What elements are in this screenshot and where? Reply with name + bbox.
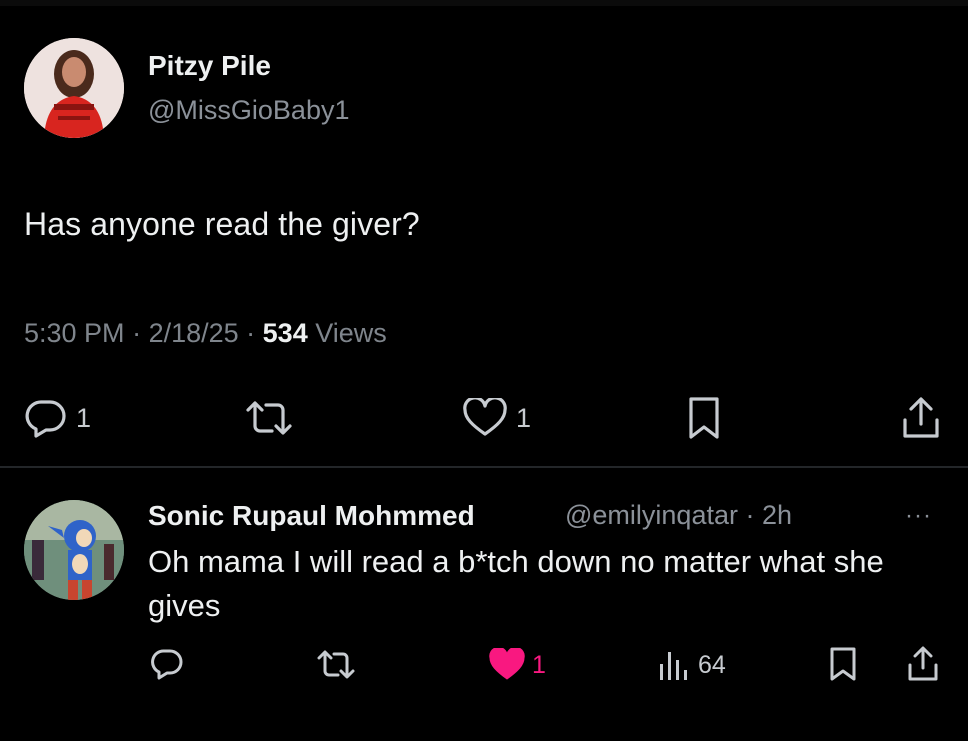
share-icon bbox=[906, 646, 940, 682]
reply-author-handle[interactable]: @emilyinqatar bbox=[565, 500, 738, 530]
retweet-button[interactable] bbox=[244, 400, 294, 436]
reply-retweet-button[interactable] bbox=[316, 650, 356, 680]
reply-icon bbox=[150, 648, 184, 680]
reply-actions: 1 64 bbox=[0, 640, 968, 690]
views-count: 534 bbox=[262, 318, 308, 348]
bookmark-icon bbox=[828, 646, 858, 682]
reply-reply-button[interactable] bbox=[150, 648, 184, 680]
avatar-image bbox=[24, 500, 124, 600]
tweet-metadata: 5:30 PM · 2/18/25 · 534 Views bbox=[24, 318, 387, 349]
author-name[interactable]: Pitzy Pile bbox=[148, 50, 271, 82]
reply-author-meta: @emilyinqatar · 2h bbox=[565, 500, 792, 531]
reply-like-count: 1 bbox=[532, 650, 546, 679]
reply-icon bbox=[24, 398, 68, 438]
bookmark-icon bbox=[686, 396, 722, 440]
meta-separator: · bbox=[238, 318, 263, 348]
reply-views-count: 64 bbox=[698, 650, 726, 679]
views-label: Views bbox=[307, 318, 387, 348]
retweet-icon bbox=[316, 650, 356, 680]
reply-age[interactable]: 2h bbox=[762, 500, 792, 530]
reply-like-button[interactable]: 1 bbox=[488, 648, 546, 682]
reply-button[interactable]: 1 bbox=[24, 398, 91, 438]
retweet-icon bbox=[244, 400, 294, 436]
tweet-date[interactable]: 2/18/25 bbox=[149, 318, 239, 348]
divider bbox=[0, 466, 968, 468]
bookmark-button[interactable] bbox=[686, 396, 722, 440]
like-icon bbox=[488, 648, 526, 682]
reply-author-avatar[interactable] bbox=[24, 500, 124, 600]
like-count: 1 bbox=[516, 402, 532, 433]
reply-views-button[interactable]: 64 bbox=[656, 648, 726, 682]
reply-count: 1 bbox=[76, 402, 92, 433]
like-button[interactable]: 1 bbox=[462, 398, 531, 438]
top-border bbox=[0, 0, 968, 6]
reply-share-button[interactable] bbox=[906, 646, 940, 682]
reply-author-name[interactable]: Sonic Rupaul Mohmmed bbox=[148, 500, 475, 532]
reply-bookmark-button[interactable] bbox=[828, 646, 858, 682]
author-avatar[interactable] bbox=[24, 38, 124, 138]
tweet-time[interactable]: 5:30 PM bbox=[24, 318, 125, 348]
meta-separator: · bbox=[737, 500, 762, 530]
like-icon bbox=[462, 398, 508, 438]
share-icon bbox=[900, 396, 942, 440]
tweet-text: Has anyone read the giver? bbox=[24, 206, 420, 242]
tweet-actions: 1 1 bbox=[0, 390, 968, 446]
avatar-image bbox=[24, 38, 124, 138]
more-icon[interactable]: ··· bbox=[905, 502, 932, 530]
reply-text: Oh mama I will read a b*tch down no matt… bbox=[148, 544, 884, 623]
views-icon bbox=[656, 648, 692, 682]
author-handle[interactable]: @MissGioBaby1 bbox=[148, 95, 349, 126]
meta-separator: · bbox=[124, 318, 149, 348]
share-button[interactable] bbox=[900, 396, 942, 440]
